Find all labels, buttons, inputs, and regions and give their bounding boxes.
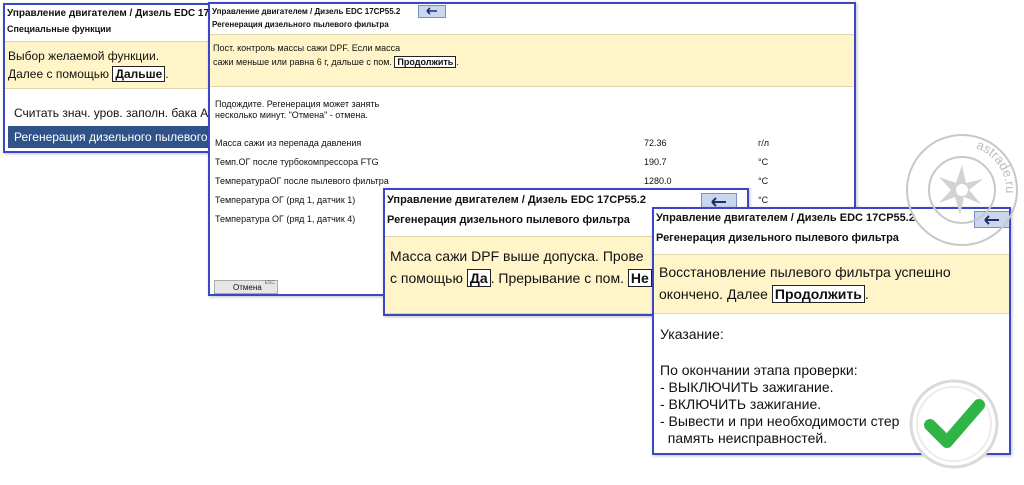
- instruction-line-2: Далее с помощью Дальше.: [8, 66, 169, 82]
- row-label: Темп.ОГ после турбокомпрессора FTG: [215, 157, 379, 167]
- yes-button[interactable]: Да: [466, 269, 491, 287]
- function-list-item-selected[interactable]: Регенерация дизельного пылевого ф: [8, 126, 219, 148]
- continue-button[interactable]: Продолжить: [771, 285, 865, 303]
- row-label: Масса сажи из перепада давления: [215, 138, 362, 148]
- window-title: Управление двигателем / Дизель EDC 17CP5…: [387, 194, 646, 206]
- note-line: - ВЫКЛЮЧИТЬ зажигание.: [660, 379, 834, 395]
- wait-message-line-2: несколько минут. "Отмена" - отмена.: [215, 110, 368, 120]
- row-value: 1280.0: [644, 176, 672, 186]
- row-value: 190.7: [644, 157, 667, 167]
- row-unit: °C: [758, 176, 769, 186]
- note-line: По окончании этапа проверки:: [660, 362, 858, 378]
- row-label: Температура ОГ (ряд 1, датчик 1): [215, 195, 356, 205]
- instruction-panel: Пост. контроль массы сажи DPF. Если масс…: [210, 34, 854, 87]
- complete-line-1: Восстановление пылевого фильтра успешно: [659, 264, 951, 280]
- instruction-panel: Выбор желаемой функции. Далее с помощью …: [5, 41, 219, 89]
- row-unit: °C: [758, 195, 769, 205]
- note-line: память неисправностей.: [660, 430, 828, 446]
- checkmark-icon: [908, 378, 1000, 470]
- warning-line-1: Масса сажи DPF выше допуска. Прове: [390, 248, 644, 264]
- window-title: Управление двигателем / Дизель EDC 17CP5…: [212, 7, 401, 16]
- row-label: ТемператураОГ после пылевого фильтра: [215, 176, 389, 186]
- svg-text:astrade.ru: astrade.ru: [974, 137, 1018, 193]
- cancel-key-hint: ESC: [264, 280, 275, 286]
- row-unit: °C: [758, 157, 769, 167]
- row-value: 72.36: [644, 138, 667, 148]
- window-subtitle: Регенерация дизельного пылевого фильтра: [212, 20, 389, 29]
- note-line: - Вывести и при необходимости стер: [660, 413, 900, 429]
- window-header: Управление двигателем / Дизель EDC 17CP5…: [210, 4, 854, 34]
- astrade-logo-icon: astrade.ru: [903, 131, 1021, 249]
- window-title: Управление двигателем / Дизель EDC 17CP5: [7, 8, 221, 19]
- note-title: Указание:: [660, 326, 724, 342]
- window-header: Управление двигателем / Дизель EDC 17CP5…: [5, 5, 219, 41]
- note-line: - ВКЛЮЧИТЬ зажигание.: [660, 396, 822, 412]
- row-label: Температура ОГ (ряд 1, датчик 4): [215, 214, 356, 224]
- special-functions-window: Управление двигателем / Дизель EDC 17CP5…: [3, 3, 221, 153]
- instruction-line-1: Выбор желаемой функции.: [8, 49, 160, 63]
- window-title: Управление двигателем / Дизель EDC 17CP5…: [656, 212, 915, 224]
- back-button[interactable]: [418, 5, 446, 18]
- continue-button[interactable]: Продолжить: [394, 56, 457, 68]
- window-subtitle: Регенерация дизельного пылевого фильтра: [656, 232, 899, 244]
- cancel-button[interactable]: ESC Отмена: [214, 280, 278, 294]
- no-button[interactable]: Не: [627, 269, 652, 287]
- watermark-text: astrade.ru: [974, 137, 1018, 193]
- instruction-line-2: сажи меньше или равна 6 г, дальше с пом.…: [213, 56, 459, 68]
- wait-message-line-1: Подождите. Регенерация может занять: [215, 99, 380, 109]
- instruction-panel: Восстановление пылевого фильтра успешно …: [654, 254, 1009, 314]
- warning-line-2: с помощью Да. Прерывание с пом. Не: [390, 269, 652, 287]
- window-subtitle: Специальные функции: [7, 24, 112, 34]
- complete-line-2: окончено. Далее Продолжить.: [659, 285, 869, 303]
- cancel-label: Отмена: [233, 283, 262, 292]
- function-list-item[interactable]: Считать знач. уров. заполн. бака Ad: [14, 106, 215, 120]
- back-arrow-icon: [426, 7, 437, 15]
- instruction-line-1: Пост. контроль массы сажи DPF. Если масс…: [213, 43, 401, 53]
- window-subtitle: Регенерация дизельного пылевого фильтра: [387, 214, 630, 226]
- next-button[interactable]: Дальше: [112, 66, 166, 82]
- row-unit: г/л: [758, 138, 770, 148]
- back-arrow-icon: [711, 196, 726, 207]
